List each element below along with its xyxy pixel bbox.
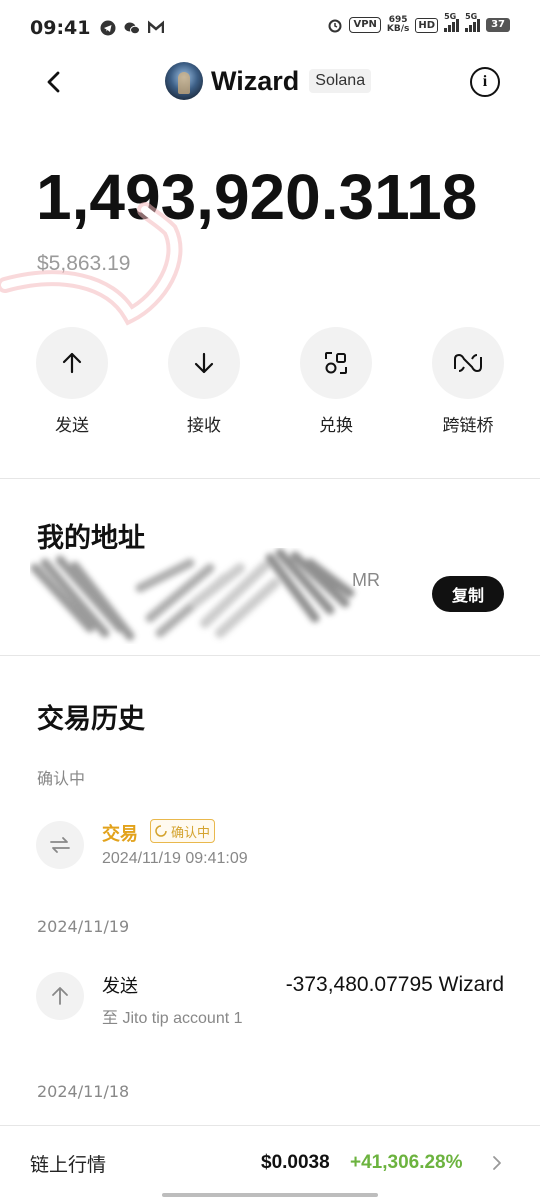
transfer-icon — [50, 837, 70, 853]
tx-send-icon — [36, 972, 84, 1020]
gmail-icon — [148, 20, 165, 33]
arrow-up-icon — [62, 352, 82, 374]
token-avatar — [165, 62, 203, 100]
section-label-pending: 确认中 — [37, 769, 86, 788]
divider — [0, 478, 540, 479]
send-label: 发送 — [55, 416, 89, 436]
copy-button[interactable]: 复制 — [432, 576, 504, 612]
market-label: 链上行情 — [30, 1154, 107, 1176]
tx-send-type: 发送 — [102, 976, 138, 997]
tx-pending-icon — [36, 821, 84, 869]
swap-button[interactable] — [300, 327, 372, 399]
send-action[interactable]: 发送 — [32, 327, 112, 436]
back-button[interactable] — [40, 68, 68, 96]
swap-action[interactable]: 兑换 — [296, 327, 376, 436]
status-bar: 09:41 VPN 695 KB/s HD 5G 5G 37 — [0, 0, 540, 56]
send-button[interactable] — [36, 327, 108, 399]
speed-unit: KB/s — [386, 24, 410, 34]
section-label-date: 2024/11/19 — [37, 917, 130, 936]
address-tail: MR — [352, 570, 380, 590]
tx-send-amount: -373,480.07795 Wizard — [285, 973, 504, 996]
notification-icons — [100, 20, 165, 36]
arrow-down-icon — [194, 352, 214, 374]
history-title: 交易历史 — [37, 704, 145, 735]
bridge-button[interactable] — [432, 327, 504, 399]
system-status: VPN 695 KB/s HD 5G 5G 37 — [327, 12, 510, 34]
receive-action[interactable]: 接收 — [164, 327, 244, 436]
net-label-2: 5G — [465, 12, 478, 21]
redacted-address — [30, 548, 355, 641]
receive-button[interactable] — [168, 327, 240, 399]
market-change: +41,306.28% — [350, 1152, 463, 1173]
home-indicator[interactable] — [162, 1193, 378, 1197]
tx-send-recipient: 至 Jito tip account 1 — [102, 1010, 243, 1027]
receive-label: 接收 — [187, 416, 221, 436]
swap-label: 兑换 — [319, 416, 353, 436]
telegram-icon — [100, 20, 116, 36]
wechat-icon — [124, 22, 141, 35]
battery-icon: 37 — [486, 18, 510, 32]
loading-icon — [155, 825, 167, 837]
pending-badge-label: 确认中 — [171, 825, 211, 841]
net-label-1: 5G — [444, 12, 457, 21]
chevron-left-icon — [47, 71, 60, 93]
signal-1-icon: 5G — [444, 12, 460, 32]
token-balance: 1,493,920.3118 — [36, 161, 478, 233]
signal-2-icon: 5G — [465, 12, 481, 32]
arrow-up-icon — [52, 987, 68, 1005]
alarm-icon — [328, 19, 342, 33]
pending-badge: 确认中 — [150, 819, 216, 843]
market-bar[interactable]: 链上行情 $0.0038 +41,306.28% — [0, 1125, 540, 1200]
section-label-date: 2024/11/18 — [37, 1082, 130, 1101]
status-time: 09:41 — [30, 17, 91, 39]
chevron-right-icon — [493, 1156, 501, 1170]
vpn-badge: VPN — [349, 17, 381, 33]
info-button[interactable]: i — [470, 67, 500, 97]
divider — [0, 655, 540, 656]
bridge-action[interactable]: 跨链桥 — [428, 327, 508, 436]
bridge-label: 跨链桥 — [442, 416, 494, 436]
token-name: Wizard — [211, 65, 300, 96]
fiat-balance: $5,863.19 — [37, 252, 131, 275]
hd-badge: HD — [415, 17, 439, 33]
info-icon: i — [482, 73, 488, 90]
token-title: Wizard Solana — [165, 62, 372, 100]
top-nav: Wizard Solana i — [0, 56, 540, 108]
network-speed: 695 KB/s — [387, 16, 409, 34]
tx-pending-time: 2024/11/19 09:41:09 — [102, 850, 248, 867]
bridge-icon — [454, 353, 482, 373]
chain-badge: Solana — [309, 69, 372, 93]
tx-pending-type: 交易 — [102, 824, 138, 845]
swap-icon — [325, 352, 347, 374]
market-price: $0.0038 — [261, 1152, 330, 1173]
